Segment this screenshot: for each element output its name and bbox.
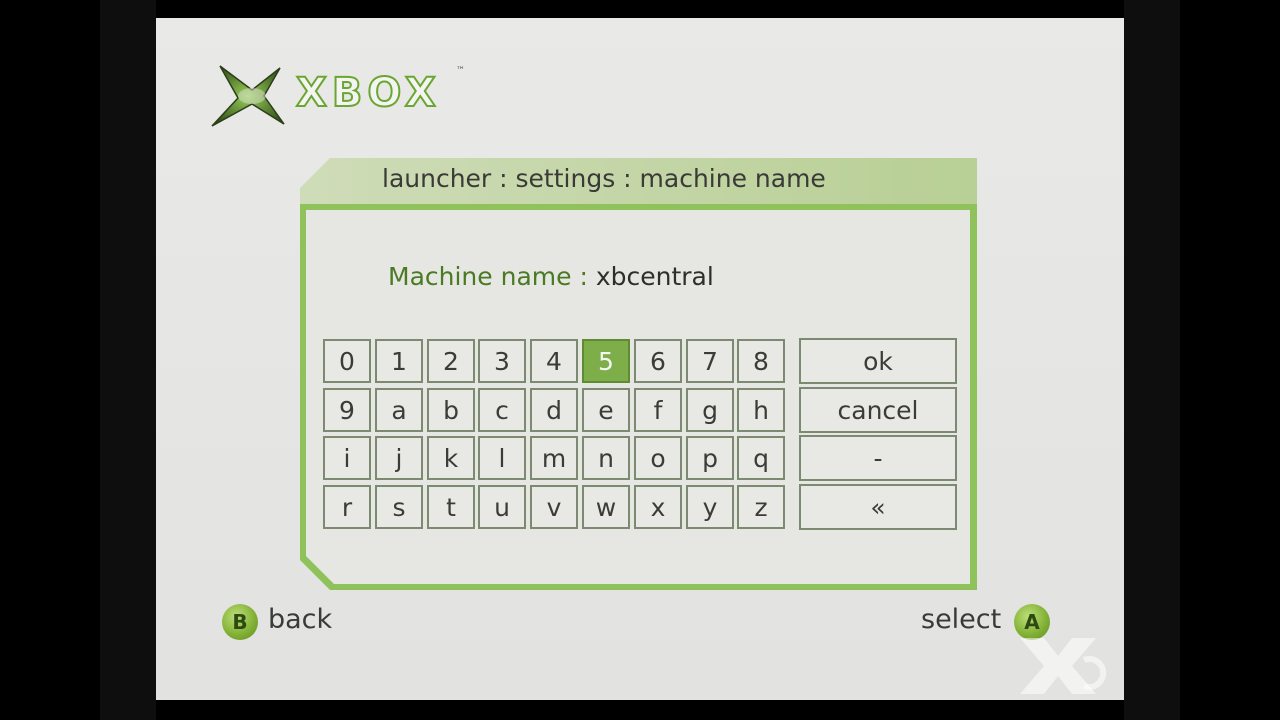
key-y[interactable]: y [686,485,734,529]
key-a[interactable]: a [375,388,423,432]
letterbox-left [100,0,156,720]
ok-button[interactable]: ok [799,338,957,384]
key-4[interactable]: 4 [530,339,578,383]
key-l[interactable]: l [478,436,526,480]
key-8[interactable]: 8 [737,339,785,383]
key-g[interactable]: g [686,388,734,432]
field-value: xbcentral [595,262,714,291]
key-u[interactable]: u [478,485,526,529]
b-button-icon[interactable]: B [222,604,258,640]
key-s[interactable]: s [375,485,423,529]
key-t[interactable]: t [427,485,475,529]
key-c[interactable]: c [478,388,526,432]
key-2[interactable]: 2 [427,339,475,383]
breadcrumb: launcher : settings : machine name [382,164,826,193]
key-p[interactable]: p [686,436,734,480]
machine-name-field: Machine name : xbcentral [388,262,714,291]
key-i[interactable]: i [323,436,371,480]
key-9[interactable]: 9 [323,388,371,432]
key-5[interactable]: 5 [582,339,630,383]
cancel-button[interactable]: cancel [799,387,957,433]
trademark: ™ [456,66,465,76]
key-0[interactable]: 0 [323,339,371,383]
key-w[interactable]: w [582,485,630,529]
key-7[interactable]: 7 [686,339,734,383]
letterbox-right [1124,0,1180,720]
field-label: Machine name : [388,262,588,291]
key-6[interactable]: 6 [634,339,682,383]
key-r[interactable]: r [323,485,371,529]
select-label[interactable]: select [921,604,1001,635]
key-d[interactable]: d [530,388,578,432]
key-v[interactable]: v [530,485,578,529]
key-z[interactable]: z [737,485,785,529]
key-h[interactable]: h [737,388,785,432]
dash-key[interactable]: - [799,435,957,481]
key-b[interactable]: b [427,388,475,432]
back-label[interactable]: back [268,604,332,635]
backspace-key[interactable]: « [799,484,957,530]
key-j[interactable]: j [375,436,423,480]
key-m[interactable]: m [530,436,578,480]
key-1[interactable]: 1 [375,339,423,383]
key-f[interactable]: f [634,388,682,432]
key-3[interactable]: 3 [478,339,526,383]
xc-watermark-icon [1020,638,1107,694]
key-k[interactable]: k [427,436,475,480]
key-e[interactable]: e [582,388,630,432]
key-x[interactable]: x [634,485,682,529]
key-o[interactable]: o [634,436,682,480]
key-q[interactable]: q [737,436,785,480]
xbox-wordmark: XBOX [295,69,441,117]
key-n[interactable]: n [582,436,630,480]
